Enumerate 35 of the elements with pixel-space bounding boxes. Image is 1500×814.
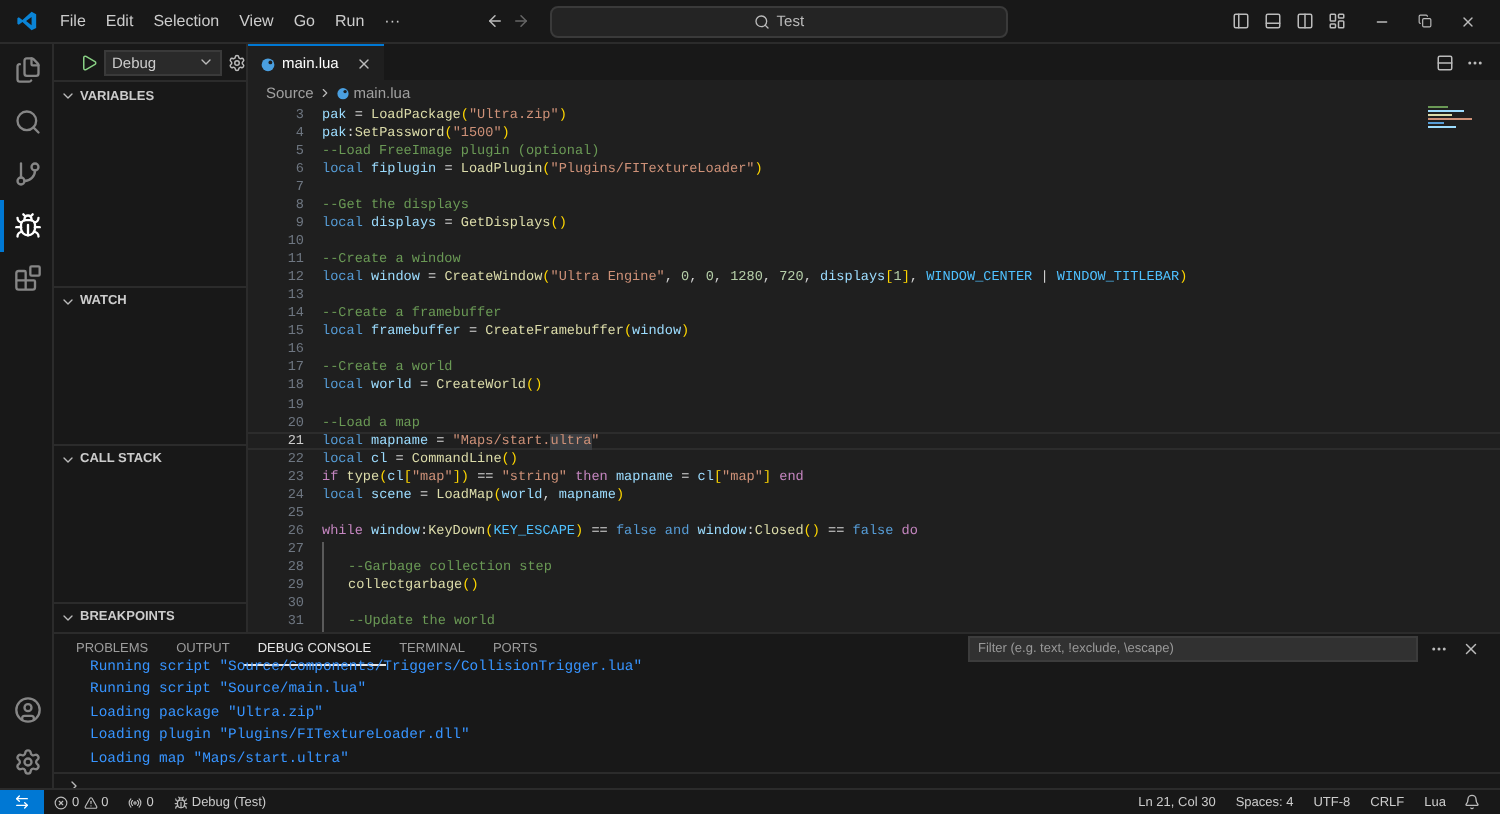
layout-icon[interactable] bbox=[1328, 12, 1346, 30]
menu-item[interactable]: ··· bbox=[374, 12, 411, 30]
logo-icon bbox=[16, 10, 38, 32]
panel-bottom-icon[interactable] bbox=[1264, 12, 1282, 30]
warning-icon bbox=[83, 795, 98, 809]
bell-icon[interactable] bbox=[1464, 794, 1480, 810]
minimap-drawing[interactable] bbox=[1428, 104, 1472, 132]
panel-left-icon[interactable] bbox=[1232, 12, 1250, 30]
chevron-right-icon bbox=[317, 85, 332, 99]
arrows-icon bbox=[14, 794, 30, 810]
chevron-down-icon bbox=[198, 54, 214, 70]
search-icon bbox=[754, 13, 771, 29]
restore-icon[interactable] bbox=[1418, 14, 1432, 28]
bug-icon bbox=[173, 795, 188, 809]
moon-icon bbox=[335, 85, 350, 99]
chevron-down-icon bbox=[60, 88, 76, 104]
remote-button[interactable] bbox=[0, 790, 44, 814]
menu-item[interactable]: View bbox=[229, 12, 284, 30]
forward-arrow-icon[interactable] bbox=[512, 12, 531, 30]
settings-icon[interactable] bbox=[228, 53, 246, 71]
back-arrow-icon[interactable] bbox=[486, 12, 505, 30]
menu-item[interactable]: Run bbox=[324, 12, 375, 30]
menu-item[interactable]: Edit bbox=[95, 12, 144, 30]
close-icon[interactable] bbox=[1460, 13, 1476, 29]
close-icon[interactable] bbox=[1462, 640, 1480, 659]
moon-icon bbox=[260, 55, 276, 71]
menu-item[interactable]: Selection bbox=[143, 12, 230, 30]
menu-item[interactable]: Go bbox=[283, 12, 325, 30]
split-editor-icon[interactable] bbox=[1436, 53, 1454, 71]
radio-icon bbox=[128, 795, 143, 809]
play-icon[interactable] bbox=[80, 53, 98, 71]
menu-item[interactable]: File bbox=[50, 12, 96, 30]
error-icon bbox=[54, 795, 68, 809]
columns-icon[interactable] bbox=[1296, 12, 1314, 30]
close-icon[interactable] bbox=[356, 55, 373, 71]
